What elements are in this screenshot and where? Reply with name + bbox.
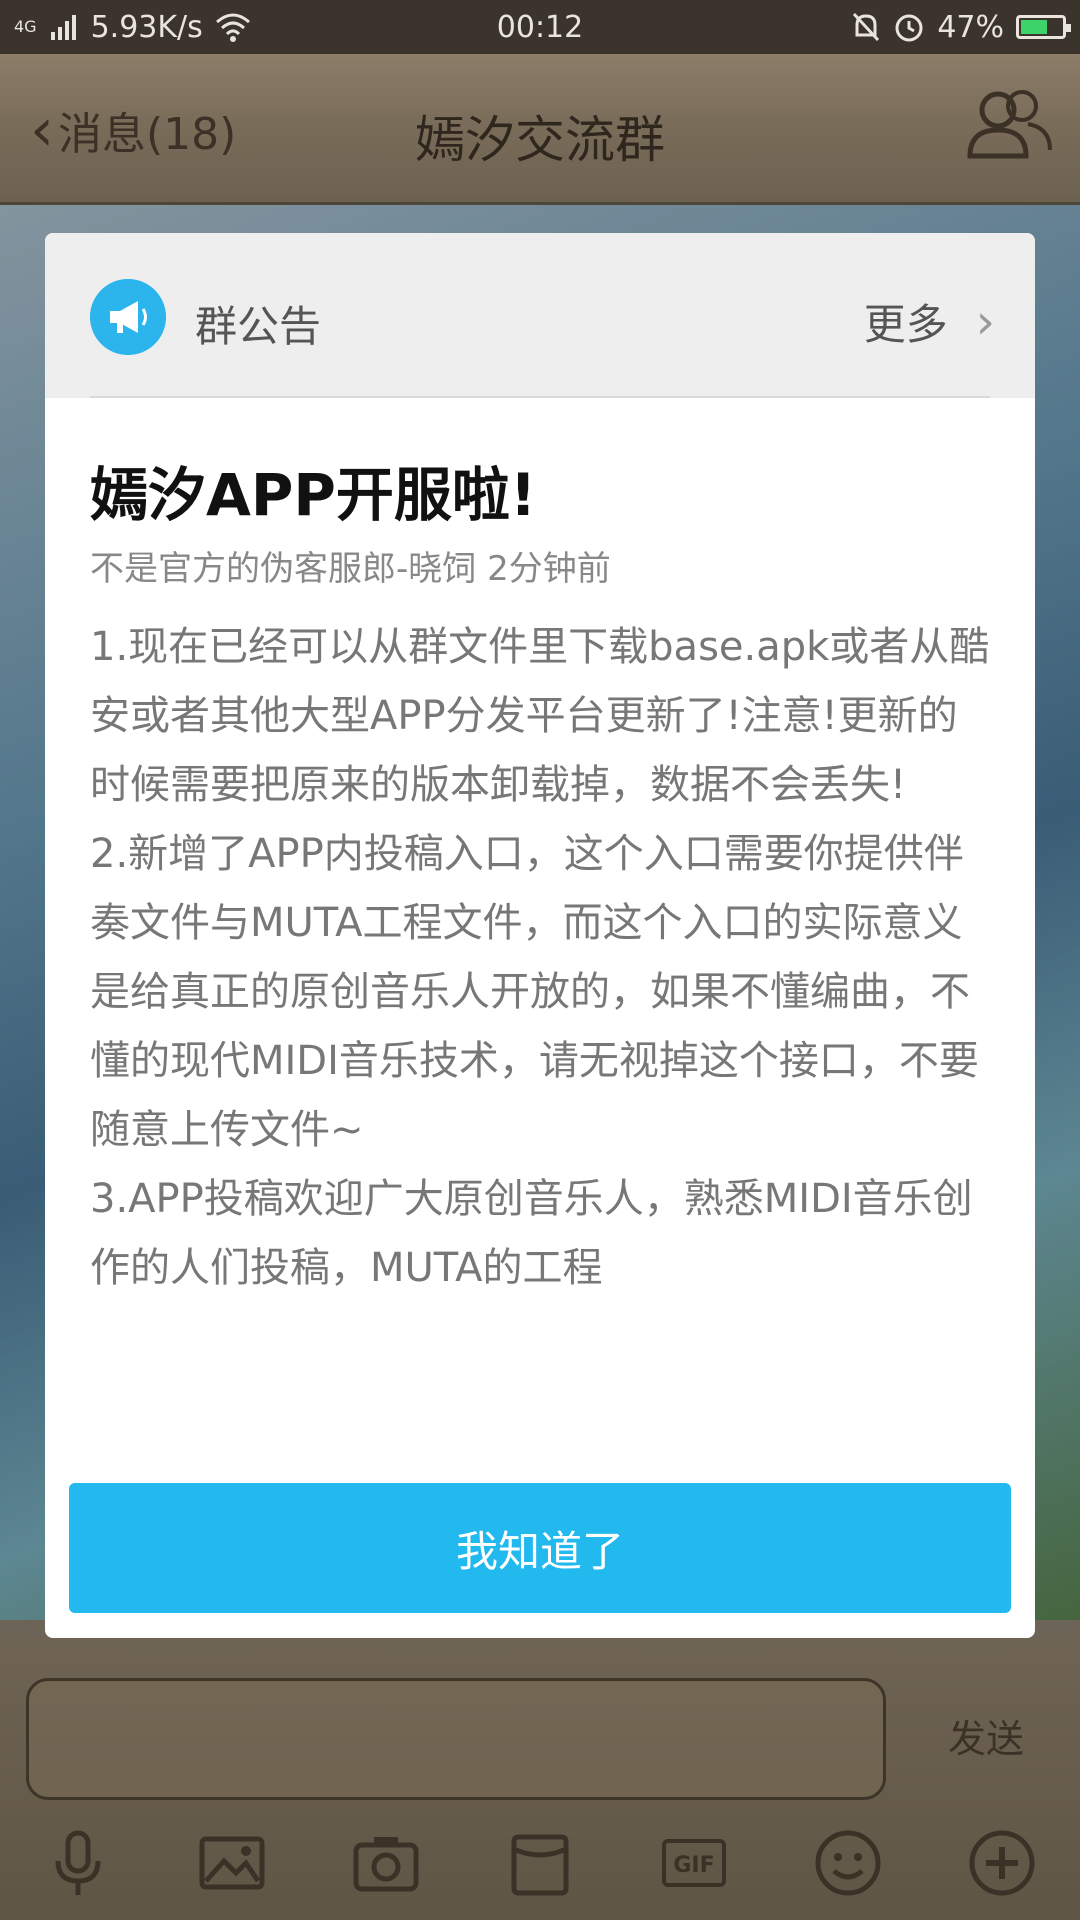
announcement-meta: 不是官方的伪客服郎-晓饲 2分钟前 xyxy=(90,549,611,589)
page-title: 嫣汐交流群 xyxy=(415,111,665,169)
camera-icon[interactable] xyxy=(346,1823,426,1903)
envelope-icon[interactable] xyxy=(500,1823,580,1903)
chevron-right-icon: › xyxy=(975,293,995,350)
microphone-icon[interactable] xyxy=(38,1823,118,1903)
send-button[interactable]: 发送 xyxy=(948,1708,1024,1763)
alarm-icon xyxy=(895,14,923,42)
announcement-title: 嫣汐APP开服啦! xyxy=(90,461,537,529)
status-bar: 4G 5.93K/s 00:12 47% xyxy=(0,0,1080,54)
bell-muted-icon xyxy=(853,12,880,42)
message-input[interactable] xyxy=(26,1678,886,1800)
battery-percent: 47% xyxy=(937,9,1004,45)
gif-icon[interactable]: GIF xyxy=(654,1823,734,1903)
gif-label: GIF xyxy=(673,1853,714,1878)
announcement-dialog: 群公告 更多 › 嫣汐APP开服啦! 不是官方的伪客服郎-晓饲 2分钟前 1.现… xyxy=(45,233,1035,1638)
battery-icon xyxy=(1016,15,1071,39)
more-button[interactable]: 更多 › xyxy=(864,291,995,352)
image-icon[interactable] xyxy=(192,1823,272,1903)
group-members-icon[interactable] xyxy=(962,84,1054,164)
more-label: 更多 xyxy=(863,300,948,349)
input-area: 发送 GIF xyxy=(0,1638,1080,1920)
acknowledge-button[interactable]: 我知道了 xyxy=(69,1483,1011,1613)
divider xyxy=(90,396,990,398)
emoji-icon[interactable] xyxy=(808,1823,888,1903)
plus-icon[interactable] xyxy=(962,1823,1042,1903)
chat-toolbar: GIF xyxy=(0,1823,1080,1913)
title-bar: ‹ 消息(18) 嫣汐交流群 xyxy=(0,54,1080,205)
announcement-header-title: 群公告 xyxy=(195,302,322,351)
announcement-body[interactable]: 1.现在已经可以从群文件里下载base.apk或者从酷安或者其他大型APP分发平… xyxy=(90,613,990,1418)
megaphone-icon xyxy=(90,279,166,355)
announcement-header: 群公告 更多 › xyxy=(45,233,1035,398)
